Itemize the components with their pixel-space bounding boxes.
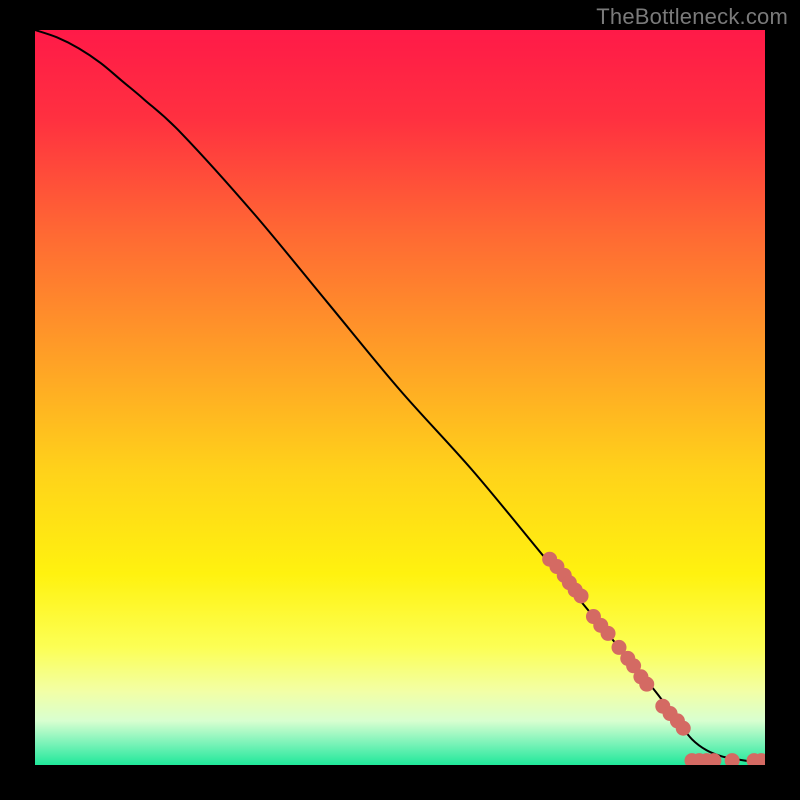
chart-frame: TheBottleneck.com [0,0,800,800]
highlight-point [574,588,589,603]
chart-background [35,30,765,765]
highlight-point [639,677,654,692]
highlight-point [676,721,691,736]
watermark-text: TheBottleneck.com [596,4,788,30]
highlight-point [601,626,616,641]
chart-svg [35,30,765,765]
plot-area [35,30,765,765]
